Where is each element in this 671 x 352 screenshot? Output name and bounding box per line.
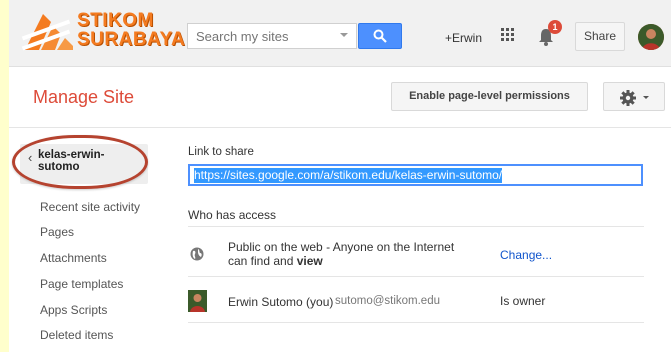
settings-menu-button[interactable]: [603, 82, 665, 111]
public-access-description: Public on the web - Anyone on the Intern…: [228, 240, 455, 268]
user-profile-link[interactable]: +Erwin: [445, 31, 482, 45]
highlight-oval-annotation: [12, 135, 148, 189]
access-divider: [188, 276, 644, 277]
chevron-down-icon: [643, 96, 649, 99]
stikom-logo[interactable]: STIKOM SURABAYA: [21, 8, 185, 56]
link-to-share-label: Link to share: [188, 146, 254, 158]
search-dropdown-icon[interactable]: [340, 33, 348, 37]
sidebar-item-page-templates[interactable]: Page templates: [40, 277, 123, 291]
logo-mark-icon: [21, 14, 73, 51]
page-title: Manage Site: [33, 87, 135, 107]
search-input[interactable]: [188, 24, 336, 48]
sidebar-item-deleted-items[interactable]: Deleted items: [40, 328, 113, 342]
search-icon: [373, 29, 387, 43]
gear-icon: [620, 90, 636, 106]
sidebar-item-recent-activity[interactable]: Recent site activity: [40, 200, 140, 214]
user-avatar-icon: [638, 24, 664, 50]
who-has-access-heading: Who has access: [188, 208, 277, 222]
logo-text: STIKOM SURABAYA: [77, 10, 186, 50]
owner-avatar-icon: [188, 290, 207, 312]
sidebar-item-attachments[interactable]: Attachments: [40, 251, 107, 265]
sidebar-item-apps-scripts[interactable]: Apps Scripts: [40, 303, 107, 317]
top-header: STIKOM SURABAYA +Erwin 1 Share: [0, 0, 671, 67]
share-link-field[interactable]: https://sites.google.com/a/stikom.edu/ke…: [188, 164, 643, 186]
avatar[interactable]: [638, 24, 664, 50]
share-link-text[interactable]: https://sites.google.com/a/stikom.edu/ke…: [194, 168, 503, 183]
enable-page-permissions-button[interactable]: Enable page-level permissions: [391, 82, 588, 111]
change-access-link[interactable]: Change...: [500, 248, 552, 262]
left-yellow-strip: [0, 0, 9, 352]
access-divider: [188, 226, 644, 227]
apps-grid-icon[interactable]: [500, 27, 516, 43]
title-divider: [9, 127, 671, 128]
owner-email: sutomo@stikom.edu: [335, 295, 440, 307]
owner-role: Is owner: [500, 294, 546, 308]
globe-icon: [190, 247, 204, 261]
owner-name: Erwin Sutomo (you): [228, 295, 334, 309]
sidebar-item-pages[interactable]: Pages: [40, 225, 74, 239]
access-divider: [188, 322, 644, 323]
search-box[interactable]: [187, 23, 357, 49]
search-button[interactable]: [358, 23, 402, 49]
notification-count-badge: 1: [548, 20, 562, 34]
share-button[interactable]: Share: [575, 22, 625, 51]
avatar: [188, 290, 207, 312]
notifications-button[interactable]: 1: [538, 20, 562, 48]
